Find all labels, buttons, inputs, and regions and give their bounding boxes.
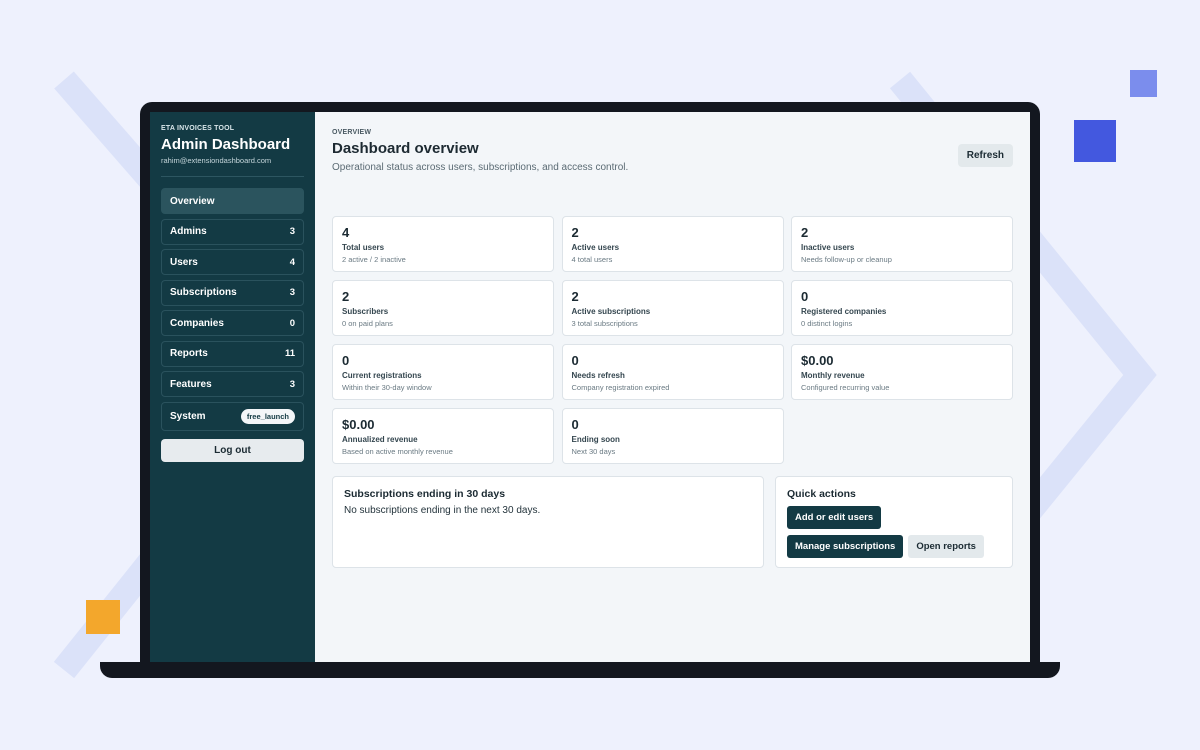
- sidebar-item-label: Companies: [170, 317, 224, 329]
- stat-card-total-users: 4 Total users 2 active / 2 inactive: [332, 216, 554, 272]
- sidebar-item-label: Features: [170, 378, 212, 390]
- stat-label: Registered companies: [801, 307, 887, 316]
- sidebar-item-system[interactable]: System free_launch: [161, 401, 304, 431]
- sidebar-divider: [161, 176, 304, 177]
- decor-square-orange: [86, 600, 120, 634]
- stat-value: $0.00: [342, 417, 375, 432]
- stat-value: 4: [342, 225, 350, 240]
- stat-detail: 0 distinct logins: [801, 319, 853, 328]
- stats-grid: 4 Total users 2 active / 2 inactive 2 Ac…: [332, 216, 1013, 464]
- stat-card-active-users: 2 Active users 4 total users: [561, 216, 784, 272]
- stat-card-subscribers: 2 Subscribers 0 on paid plans: [332, 280, 554, 336]
- stat-detail: 2 active / 2 inactive: [342, 255, 406, 264]
- sidebar-item-label: System: [170, 410, 206, 422]
- open-reports-button[interactable]: Open reports: [908, 535, 984, 558]
- stat-value: 2: [801, 225, 809, 240]
- sidebar-item-features[interactable]: Features 3: [161, 371, 304, 397]
- page-title: Dashboard overview: [332, 140, 479, 157]
- stat-label: Inactive users: [801, 243, 855, 252]
- add-edit-users-button[interactable]: Add or edit users: [787, 506, 882, 529]
- stat-label: Active subscriptions: [571, 307, 651, 316]
- stat-detail: Needs follow-up or cleanup: [801, 255, 892, 264]
- decor-square-blue: [1074, 120, 1116, 162]
- user-email: rahim@extensiondashboard.com: [161, 156, 272, 165]
- stat-label: Subscribers: [342, 307, 389, 316]
- sidebar-item-count: 3: [289, 287, 295, 298]
- decor-square-light-blue: [1130, 70, 1157, 97]
- stat-detail: Based on active monthly revenue: [342, 447, 453, 456]
- ending-subscriptions-panel: Subscriptions ending in 30 days No subsc…: [332, 476, 764, 568]
- stat-detail: 3 total subscriptions: [571, 319, 638, 328]
- stat-value: 2: [342, 289, 350, 304]
- app-screen: ETA INVOICES TOOL Admin Dashboard rahim@…: [150, 112, 1030, 662]
- stat-value: 0: [801, 289, 809, 304]
- stat-card-ending-soon: 0 Ending soon Next 30 days: [561, 408, 784, 464]
- sidebar-item-reports[interactable]: Reports 11: [161, 340, 304, 367]
- sidebar-item-label: Admins: [170, 226, 207, 237]
- sidebar-item-label: Reports: [170, 348, 208, 359]
- sidebar-item-label: Overview: [170, 195, 215, 207]
- stat-detail: Within their 30-day window: [342, 383, 432, 392]
- section-kicker: OVERVIEW: [332, 129, 372, 136]
- brand-kicker: ETA INVOICES TOOL: [161, 125, 235, 132]
- sidebar-item-count: 0: [289, 317, 295, 329]
- quick-actions-panel: Quick actions Add or edit users Manage s…: [775, 476, 1013, 568]
- sidebar-item-label: Subscriptions: [170, 287, 237, 298]
- stat-label: Active users: [571, 243, 620, 252]
- stat-card-active-subscriptions: 2 Active subscriptions 3 total subscript…: [561, 280, 784, 336]
- stat-label: Monthly revenue: [801, 371, 865, 380]
- sidebar-item-count: 3: [289, 378, 295, 390]
- stat-detail: Company registration expired: [571, 383, 670, 392]
- sidebar-item-overview[interactable]: Overview: [161, 188, 304, 214]
- sidebar-item-users[interactable]: Users 4: [161, 249, 304, 275]
- stat-card-annualized-revenue: $0.00 Annualized revenue Based on active…: [332, 408, 554, 464]
- app-title: Admin Dashboard: [161, 136, 291, 153]
- stat-value: 0: [571, 417, 579, 432]
- stat-value: 0: [342, 353, 350, 368]
- panel-title: Subscriptions ending in 30 days: [344, 488, 506, 500]
- plan-badge: free_launch: [240, 408, 295, 424]
- sidebar-item-label: Users: [170, 256, 198, 268]
- stat-detail: Configured recurring value: [801, 383, 890, 392]
- stat-value: 2: [571, 225, 579, 240]
- stat-label: Total users: [342, 243, 385, 252]
- stat-card-monthly-revenue: $0.00 Monthly revenue Configured recurri…: [791, 344, 1013, 400]
- stat-detail: 0 on paid plans: [342, 319, 393, 328]
- stat-label: Ending soon: [571, 435, 620, 444]
- panel-title: Quick actions: [787, 488, 856, 500]
- main-content: OVERVIEW Dashboard overview Operational …: [315, 112, 1030, 662]
- refresh-button[interactable]: Refresh: [957, 144, 1013, 167]
- sidebar: ETA INVOICES TOOL Admin Dashboard rahim@…: [150, 112, 315, 662]
- stat-card-registered-companies: 0 Registered companies 0 distinct logins: [791, 280, 1013, 336]
- stat-detail: Next 30 days: [571, 447, 616, 456]
- logout-button[interactable]: Log out: [161, 438, 304, 462]
- sidebar-item-count: 3: [289, 226, 295, 237]
- sidebar-item-admins[interactable]: Admins 3: [161, 218, 304, 245]
- stat-label: Current registrations: [342, 371, 422, 380]
- stat-card-current-registrations: 0 Current registrations Within their 30-…: [332, 344, 554, 400]
- stat-label: Annualized revenue: [342, 435, 418, 444]
- sidebar-item-count: 4: [289, 256, 295, 268]
- sidebar-item-count: 11: [284, 348, 295, 359]
- stat-value: $0.00: [801, 353, 834, 368]
- sidebar-item-companies[interactable]: Companies 0: [161, 310, 304, 336]
- manage-subscriptions-button[interactable]: Manage subscriptions: [787, 535, 904, 558]
- stat-card-needs-refresh: 0 Needs refresh Company registration exp…: [561, 344, 784, 400]
- page-subtitle: Operational status across users, subscri…: [332, 162, 629, 173]
- stat-detail: 4 total users: [571, 255, 613, 264]
- stat-card-inactive-users: 2 Inactive users Needs follow-up or clea…: [791, 216, 1013, 272]
- stat-label: Needs refresh: [571, 371, 625, 380]
- laptop-base: [100, 662, 1060, 678]
- stat-value: 2: [571, 289, 579, 304]
- stat-value: 0: [571, 353, 579, 368]
- empty-state-text: No subscriptions ending in the next 30 d…: [344, 505, 541, 516]
- sidebar-item-subscriptions[interactable]: Subscriptions 3: [161, 279, 304, 306]
